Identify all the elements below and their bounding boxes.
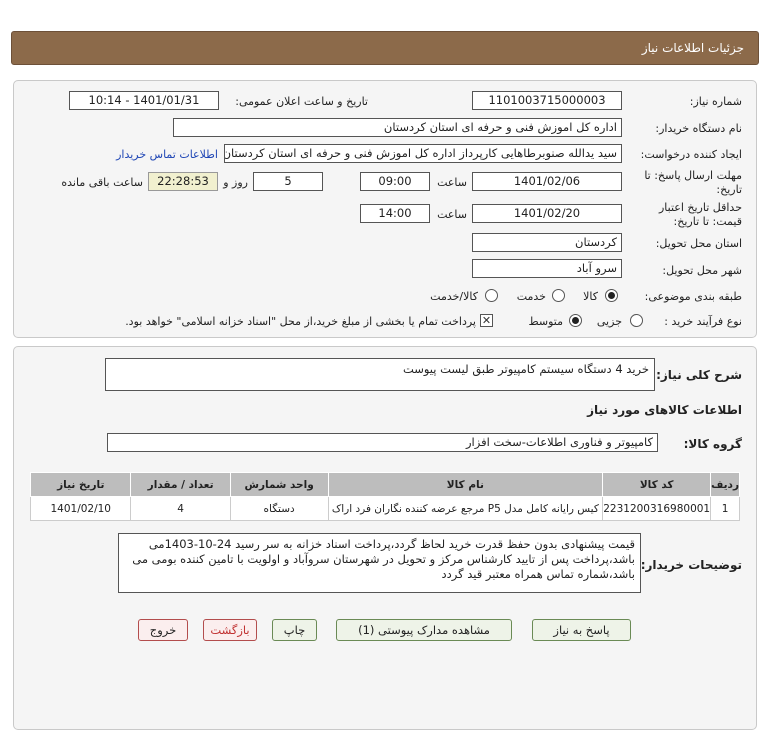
- reply-date-field: 1401/02/06: [472, 172, 622, 191]
- reply-time-label: ساعت: [437, 176, 467, 189]
- buyer-notes-label: توضیحات خریدار:: [640, 558, 742, 572]
- buyer-org-field: اداره کل اموزش فنی و حرفه ای استان کردست…: [173, 118, 622, 137]
- category-radio-service[interactable]: [552, 289, 565, 302]
- table-row[interactable]: 1 2231200316980001 کیس رایانه کامل مدل P…: [29, 496, 740, 521]
- province-label: استان محل تحویل:: [655, 237, 742, 250]
- price-validity-time-field: 14:00: [360, 204, 430, 223]
- need-number-label: شماره نیاز:: [689, 95, 742, 108]
- category-option-goods: کالا: [583, 290, 598, 303]
- col-header-goods-code: کد کالا: [602, 472, 712, 497]
- reply-time-field: 09:00: [360, 172, 430, 191]
- cell-quantity: 4: [130, 496, 231, 521]
- cell-goods-name: کیس رایانه کامل مدل P5 مرجع عرضه کننده ن…: [327, 496, 604, 521]
- cell-goods-code: 2231200316980001: [602, 496, 712, 521]
- price-validity-label: حداقل تاریخ اعتبار: [658, 201, 742, 214]
- treasury-payment-note: پرداخت تمام یا بخشی از مبلغ خرید،از محل …: [125, 315, 476, 328]
- announce-date-label: تاریخ و ساعت اعلان عمومی:: [235, 95, 368, 108]
- col-header-need-date: تاریخ نیاز: [29, 472, 132, 497]
- price-validity-label-2: قیمت: تا تاریخ:: [673, 215, 742, 228]
- reply-deadline-label-2: تاریخ:: [716, 183, 742, 196]
- goods-group-label: گروه کالا:: [683, 437, 742, 451]
- category-label: طبقه بندی موضوعی:: [644, 290, 742, 303]
- requester-label: ایجاد کننده درخواست:: [640, 148, 742, 161]
- process-radio-minor[interactable]: [630, 314, 643, 327]
- price-validity-date-field: 1401/02/20: [472, 204, 622, 223]
- col-header-quantity: تعداد / مقدار: [130, 472, 231, 497]
- reply-button[interactable]: پاسخ به نیاز: [532, 619, 631, 641]
- requester-field: سید یدالله صنوبرطاهایی کارپرداز اداره کل…: [224, 144, 622, 163]
- category-option-service: خدمت: [516, 290, 546, 303]
- category-option-goods-service: کالا/خدمت: [430, 290, 478, 303]
- goods-info-title: اطلاعات کالاهای مورد نیاز: [587, 403, 742, 417]
- category-radio-goods[interactable]: [605, 289, 618, 302]
- city-label: شهر محل تحویل:: [662, 264, 742, 277]
- need-number-field: 1101003715000003: [472, 91, 622, 110]
- cell-unit: دستگاه: [229, 496, 329, 521]
- table-header-row: ردیف کد کالا نام کالا واحد شمارش تعداد /…: [29, 472, 740, 497]
- category-radio-goods-service[interactable]: [485, 289, 498, 302]
- process-option-medium: متوسط: [528, 315, 563, 328]
- reply-deadline-label: مهلت ارسال پاسخ: تا: [644, 169, 742, 182]
- buyer-contact-link[interactable]: اطلاعات تماس خریدار: [116, 148, 218, 161]
- summary-label: شرح کلی نیاز:: [656, 368, 742, 382]
- city-field: سرو آباد: [472, 259, 622, 278]
- province-field: کردستان: [472, 233, 622, 252]
- price-validity-time-label: ساعت: [437, 208, 467, 221]
- process-radio-medium[interactable]: [569, 314, 582, 327]
- goods-group-field: کامپیوتر و فناوری اطلاعات-سخت افزار: [107, 433, 658, 452]
- days-field: 5: [253, 172, 323, 191]
- cell-row-number: 1: [710, 496, 740, 521]
- exit-button[interactable]: خروج: [138, 619, 188, 641]
- col-header-unit: واحد شمارش: [229, 472, 329, 497]
- cell-need-date: 1401/02/10: [29, 496, 132, 521]
- remaining-label: ساعت باقی مانده: [61, 176, 143, 189]
- purchase-process-label: نوع فرآیند خرید :: [664, 315, 742, 328]
- page-header: جزئیات اطلاعات نیاز: [11, 31, 759, 65]
- treasury-payment-checkbox[interactable]: ✕: [480, 314, 493, 327]
- buyer-notes-field: قیمت پیشنهادی بدون حفظ قدرت خرید لحاظ گر…: [118, 533, 641, 593]
- goods-table: ردیف کد کالا نام کالا واحد شمارش تعداد /…: [29, 472, 740, 521]
- buyer-org-label: نام دستگاه خریدار:: [655, 122, 742, 135]
- col-header-row-number: ردیف: [710, 472, 740, 497]
- view-attachments-button[interactable]: مشاهده مدارک پیوستی (1): [336, 619, 512, 641]
- days-label: روز و: [223, 176, 248, 189]
- process-option-minor: جزیی: [596, 315, 622, 328]
- announce-date-field: 1401/01/31 - 10:14: [69, 91, 219, 110]
- remaining-time-field: 22:28:53: [148, 172, 218, 191]
- back-button[interactable]: بازگشت: [203, 619, 257, 641]
- summary-field: خرید 4 دستگاه سیستم کامپیوتر طبق لیست پی…: [105, 358, 655, 391]
- col-header-goods-name: نام کالا: [327, 472, 604, 497]
- page-title: جزئیات اطلاعات نیاز: [641, 41, 744, 55]
- print-button[interactable]: چاپ: [272, 619, 317, 641]
